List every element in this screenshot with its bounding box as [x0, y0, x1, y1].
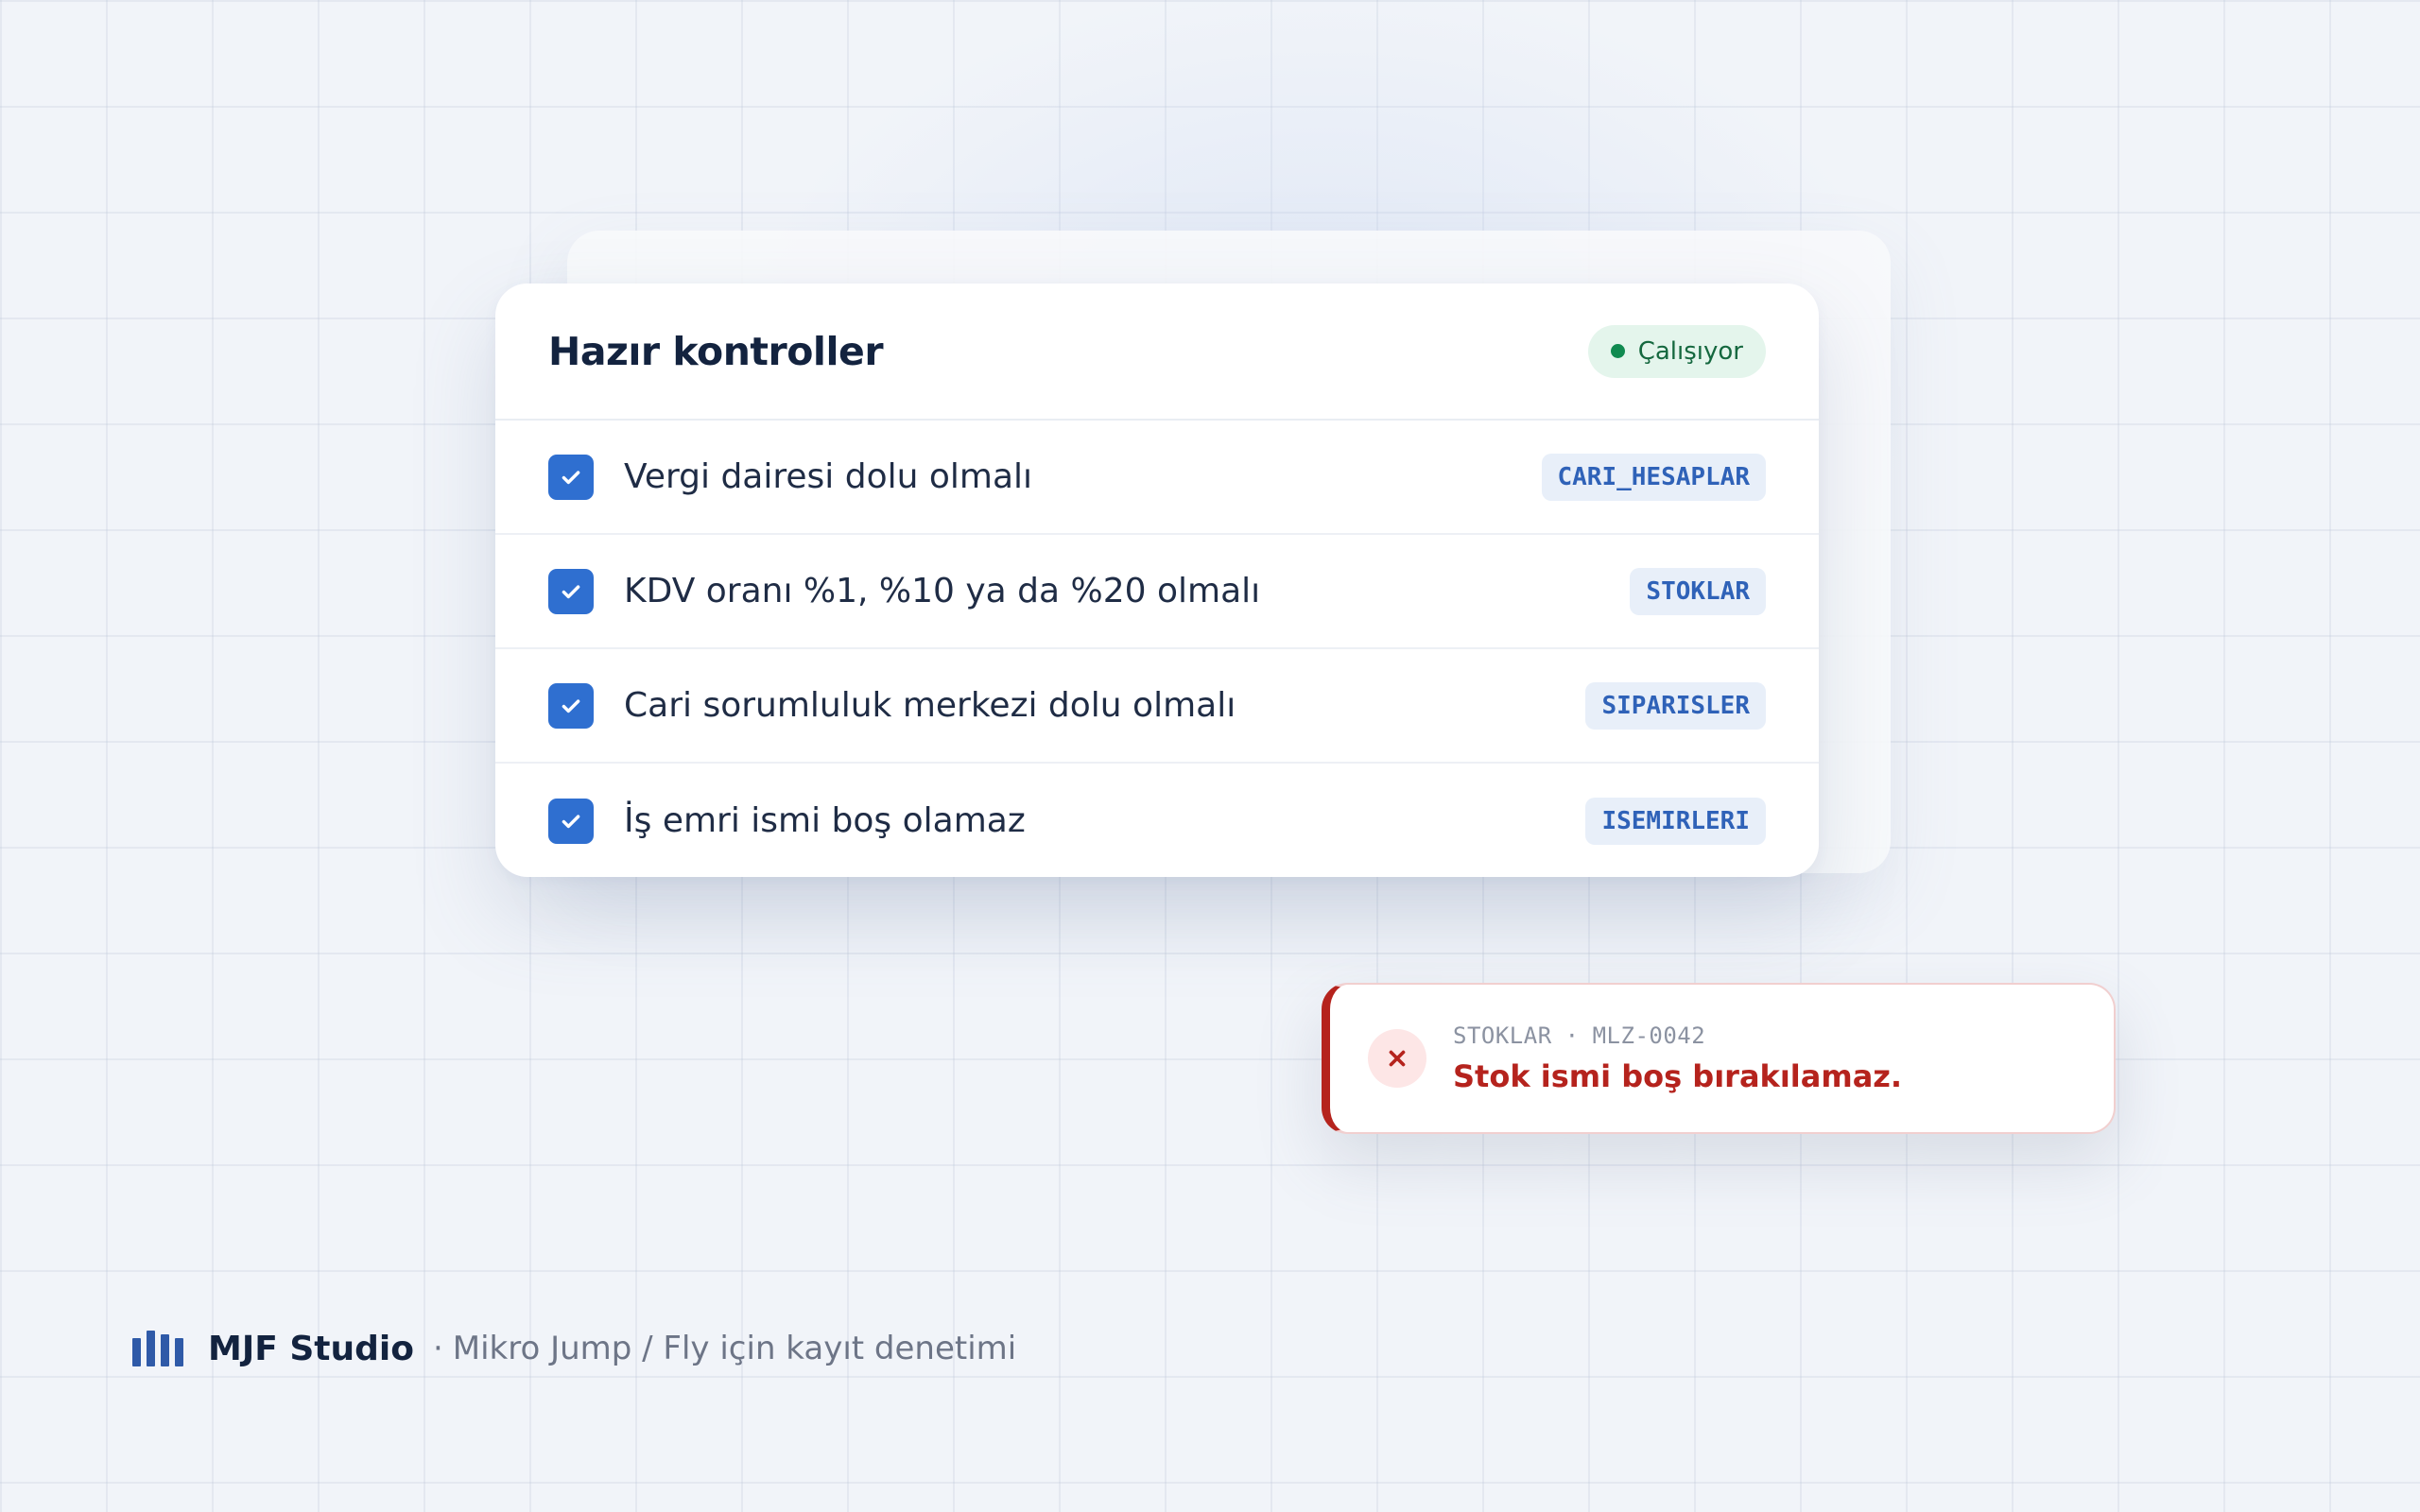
checkmark-icon — [562, 584, 580, 598]
check-row: Vergi dairesi dolu olmalı CARI_HESAPLAR — [495, 421, 1819, 535]
check-row-main: KDV oranı %1, %10 ya da %20 olmalı — [548, 568, 1261, 614]
status-badge: Çalışıyor — [1587, 324, 1766, 378]
check-row-main: Vergi dairesi dolu olmalı — [548, 454, 1033, 500]
panel-header: Hazır kontroller Çalışıyor — [495, 284, 1819, 421]
check-row: KDV oranı %1, %10 ya da %20 olmalı STOKL… — [495, 535, 1819, 649]
status-dot-icon — [1610, 344, 1625, 358]
toast-record-code: MLZ-0042 — [1592, 1022, 1706, 1049]
toast-table: STOKLAR — [1453, 1022, 1552, 1049]
table-tag: STOKLAR — [1630, 567, 1766, 615]
check-checkbox[interactable] — [548, 682, 594, 729]
toast-text: STOKLAR · MLZ-0042 Stok ismi boş bırakıl… — [1453, 1022, 1902, 1094]
check-checkbox[interactable] — [548, 798, 594, 844]
status-label: Çalışıyor — [1637, 336, 1743, 366]
panel-title: Hazır kontroller — [548, 328, 884, 374]
checkmark-icon — [562, 814, 580, 828]
check-checkbox[interactable] — [548, 454, 594, 500]
error-toast: STOKLAR · MLZ-0042 Stok ismi boş bırakıl… — [1322, 983, 2116, 1134]
table-tag: CARI_HESAPLAR — [1541, 453, 1766, 501]
footer-brand: MJF Studio · Mikro Jump / Fly için kayıt… — [132, 1325, 1016, 1372]
error-icon-badge — [1368, 1029, 1426, 1088]
brand-separator: · — [432, 1330, 443, 1367]
table-tag: SIPARISLER — [1585, 681, 1766, 730]
check-row: İş emri ismi boş olamaz ISEMIRLERI — [495, 764, 1819, 877]
toast-message: Stok ismi boş bırakılamaz. — [1453, 1058, 1903, 1094]
checks-list: Vergi dairesi dolu olmalı CARI_HESAPLAR … — [495, 421, 1819, 877]
check-checkbox[interactable] — [548, 568, 594, 614]
check-row: Cari sorumluluk merkezi dolu olmalı SIPA… — [495, 649, 1819, 764]
checks-panel: Hazır kontroller Çalışıyor Vergi dairesi… — [495, 284, 1819, 877]
checkmark-icon — [562, 470, 580, 484]
check-label: KDV oranı %1, %10 ya da %20 olmalı — [624, 572, 1261, 610]
toast-meta: STOKLAR · MLZ-0042 — [1453, 1022, 1902, 1049]
brand-tagline: Mikro Jump / Fly için kayıt denetimi — [452, 1330, 1017, 1367]
table-tag: ISEMIRLERI — [1585, 797, 1766, 845]
check-row-main: İş emri ismi boş olamaz — [548, 798, 1026, 844]
close-x-icon — [1389, 1050, 1406, 1067]
checkmark-icon — [562, 698, 580, 713]
check-row-main: Cari sorumluluk merkezi dolu olmalı — [548, 682, 1236, 729]
check-label: Cari sorumluluk merkezi dolu olmalı — [624, 686, 1236, 725]
brand-name: MJF Studio — [208, 1329, 414, 1368]
check-label: Vergi dairesi dolu olmalı — [624, 457, 1033, 496]
check-label: İş emri ismi boş olamaz — [624, 801, 1026, 840]
bar-chart-logo-icon — [132, 1331, 183, 1366]
toast-separator: · — [1564, 1022, 1580, 1049]
